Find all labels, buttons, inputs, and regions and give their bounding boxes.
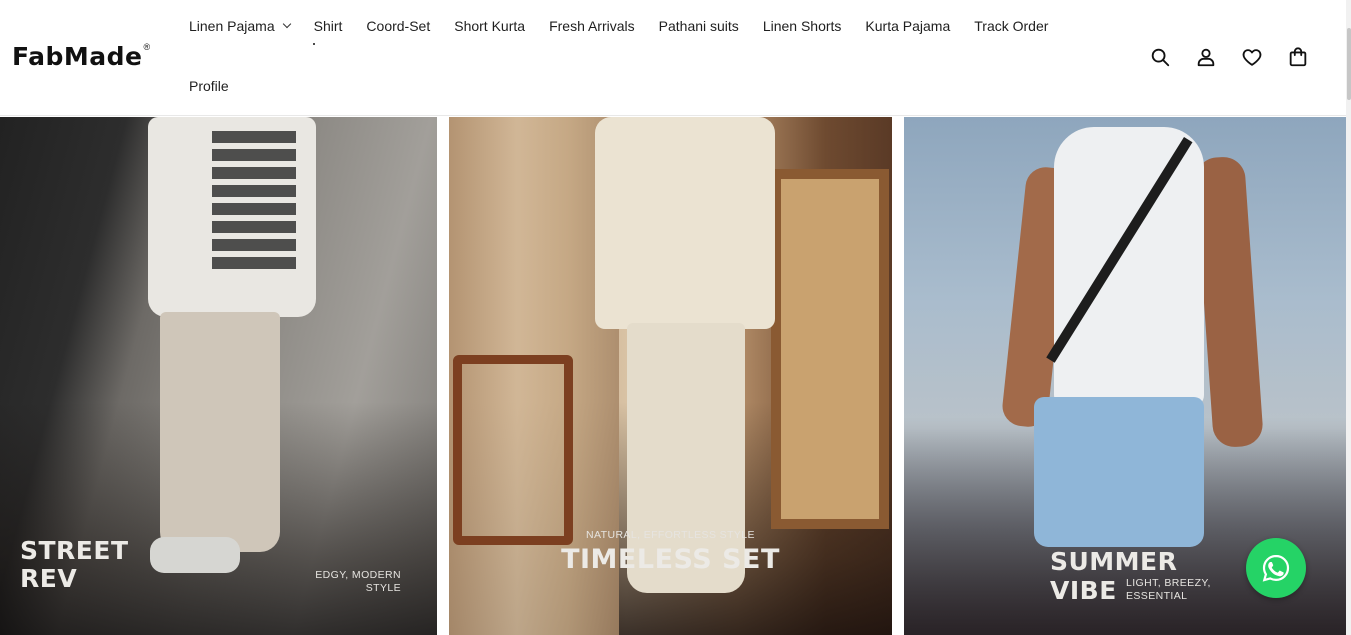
banner-image-tank-top: [1054, 127, 1204, 407]
cart-bag-icon: [1289, 47, 1307, 67]
nav-item-coord-set[interactable]: Coord-Set: [354, 16, 442, 36]
banner-title-line: REV: [20, 564, 78, 593]
banner-subtitle: EDGY, MODERN STYLE: [281, 569, 401, 595]
banner-image-arm: [1193, 155, 1265, 449]
active-indicator-dot: [312, 43, 315, 45]
nav-item-label: Fresh Arrivals: [549, 18, 635, 34]
cart-button[interactable]: [1285, 44, 1311, 70]
nav-item-label: Shirt: [313, 18, 343, 34]
banner-street-rev[interactable]: STREET REV EDGY, MODERN STYLE: [0, 117, 437, 635]
account-icon: [1197, 48, 1215, 67]
banner-image-kurta: [595, 117, 775, 329]
nav-item-pathani-suits[interactable]: Pathani suits: [647, 16, 751, 36]
banner-title: TIMELESS SET: [561, 544, 780, 575]
main-nav-second-row: Profile: [177, 76, 241, 96]
banner-timeless-set[interactable]: NATURAL, EFFORTLESS STYLE TIMELESS SET: [449, 117, 892, 635]
nav-item-label: Linen Pajama: [189, 18, 275, 34]
banner-image-frame: [771, 169, 889, 529]
account-button[interactable]: [1193, 44, 1219, 70]
site-header: FabMade ® Linen Pajama Shirt Coord-Set S…: [0, 0, 1346, 116]
banner-title-line: STREET: [20, 536, 129, 565]
nav-item-short-kurta[interactable]: Short Kurta: [442, 16, 537, 36]
nav-item-track-order[interactable]: Track Order: [962, 16, 1060, 36]
brand-logo-text: FabMade: [12, 42, 143, 71]
banner-subtitle-line: STYLE: [365, 582, 401, 594]
brand-logo[interactable]: FabMade ®: [12, 42, 151, 71]
nav-item-linen-shorts[interactable]: Linen Shorts: [751, 16, 854, 36]
banner-subtitle-line: ESSENTIAL: [1126, 590, 1188, 602]
whatsapp-icon: [1262, 554, 1290, 582]
search-icon: [1151, 48, 1170, 67]
nav-item-label: Kurta Pajama: [865, 18, 951, 34]
whatsapp-chat-button[interactable]: [1246, 538, 1306, 598]
banner-image-shorts: [1034, 397, 1204, 547]
banner-image-pants: [160, 312, 280, 552]
banner-image-chair: [453, 355, 573, 545]
scrollbar-thumb[interactable]: [1347, 28, 1351, 100]
banner-subtitle-line: LIGHT, BREEZY,: [1126, 577, 1211, 589]
nav-item-label: Pathani suits: [658, 18, 739, 34]
nav-item-linen-pajama[interactable]: Linen Pajama: [177, 16, 302, 36]
search-button[interactable]: [1147, 44, 1173, 70]
banner-title: STREET REV: [20, 537, 160, 593]
banner-image-graphic-print: [212, 131, 296, 271]
nav-item-kurta-pajama[interactable]: Kurta Pajama: [853, 16, 962, 36]
nav-item-label: Short Kurta: [454, 18, 526, 34]
nav-item-label: Linen Shorts: [762, 18, 842, 34]
banner-subtitle: NATURAL, EFFORTLESS STYLE: [586, 529, 755, 541]
wishlist-button[interactable]: [1239, 44, 1265, 70]
wishlist-heart-icon: [1242, 49, 1262, 66]
nav-item-label: Coord-Set: [366, 18, 431, 34]
nav-item-profile[interactable]: Profile: [177, 76, 241, 96]
banner-title-line: SUMMER: [1050, 547, 1178, 576]
nav-item-label: Track Order: [974, 18, 1049, 34]
banner-subtitle: LIGHT, BREEZY, ESSENTIAL: [1126, 577, 1216, 603]
nav-item-fresh-arrivals[interactable]: Fresh Arrivals: [537, 16, 647, 36]
main-nav: Linen Pajama Shirt Coord-Set Short Kurta…: [177, 16, 1060, 45]
nav-item-label: Profile: [189, 78, 229, 94]
banner-image-shoes: [150, 537, 240, 573]
banner-subtitle-line: EDGY, MODERN: [315, 569, 401, 581]
nav-item-shirt[interactable]: Shirt: [302, 16, 355, 45]
chevron-down-icon: [282, 19, 291, 29]
registered-mark: ®: [143, 42, 151, 52]
header-actions: [1147, 44, 1331, 70]
